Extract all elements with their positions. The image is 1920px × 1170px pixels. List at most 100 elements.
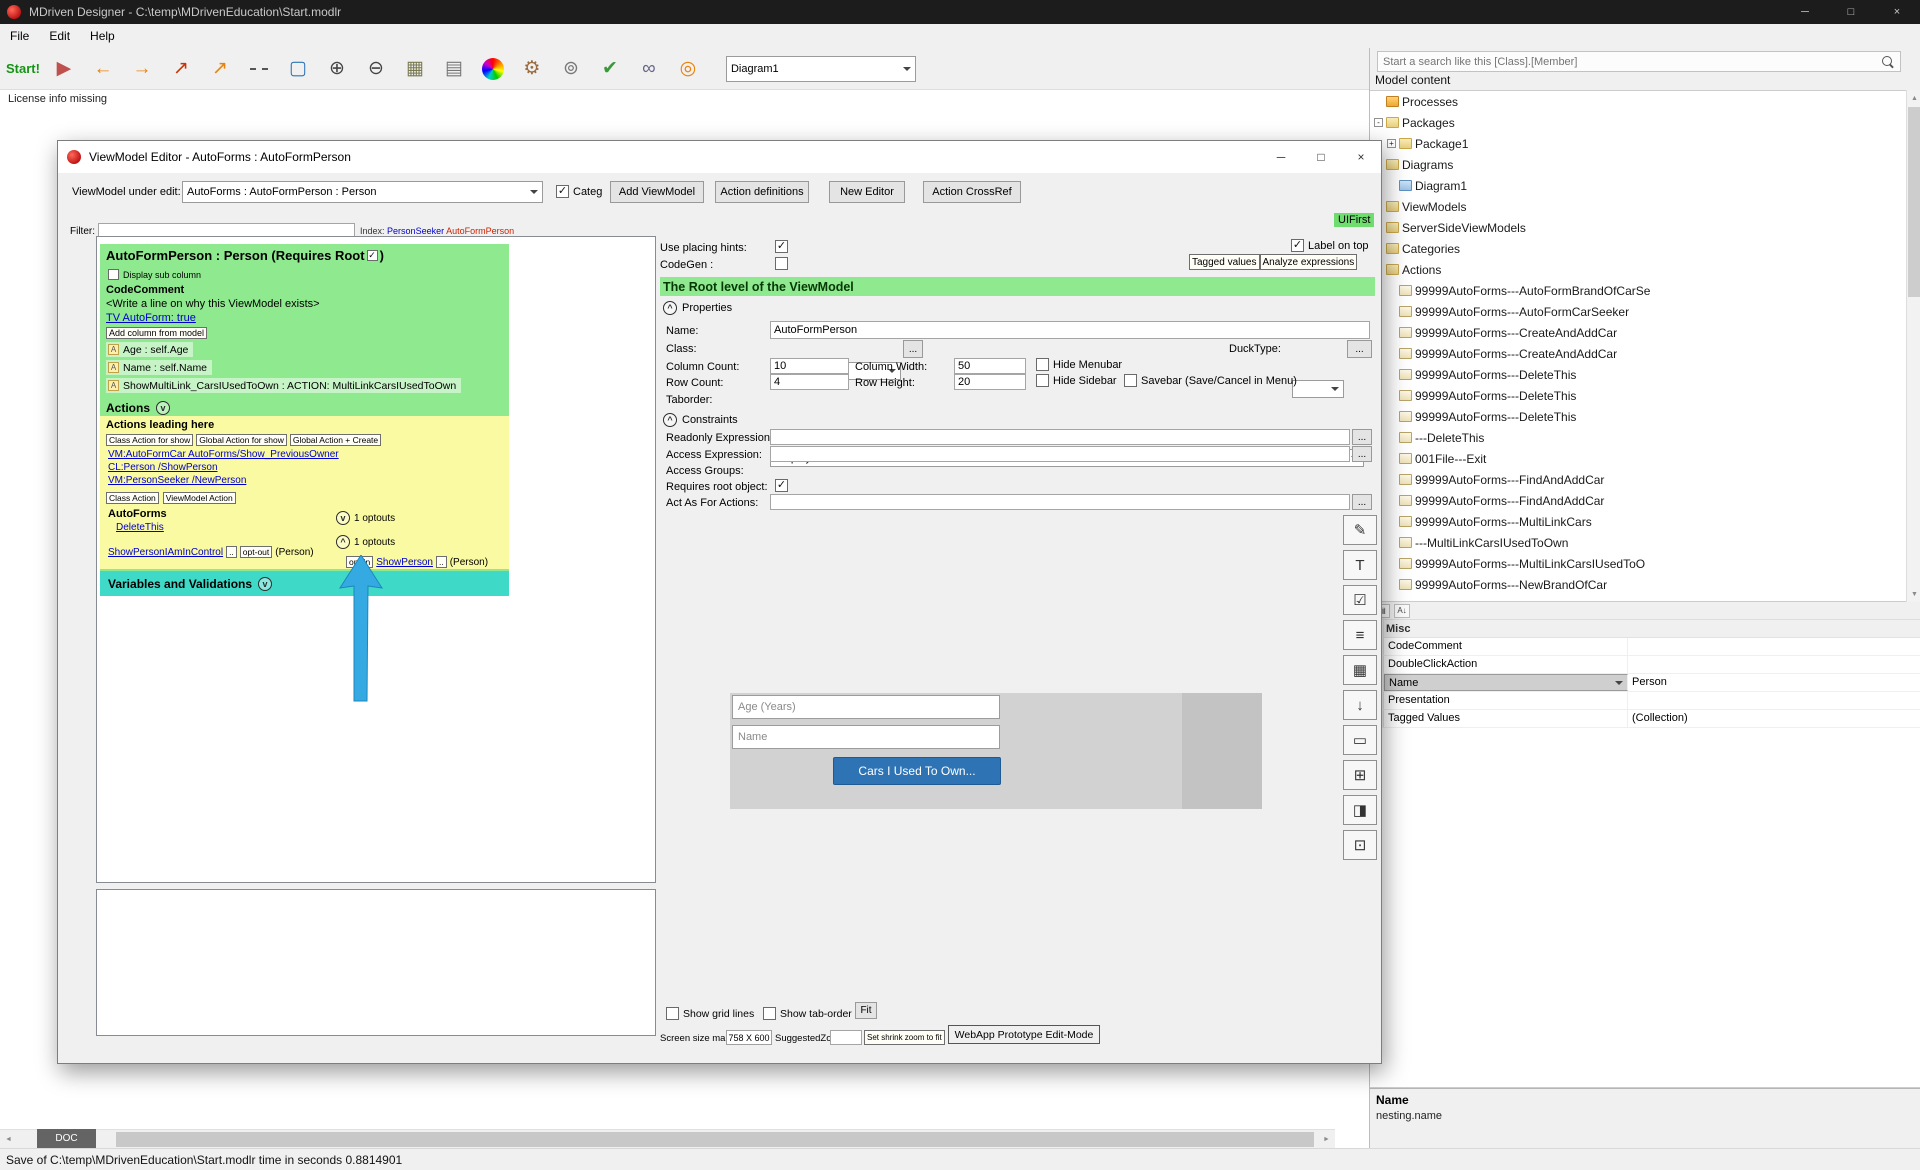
add-viewmodel-button[interactable]: Add ViewModel bbox=[610, 181, 704, 203]
property-row[interactable]: NamePerson bbox=[1370, 674, 1920, 692]
show-grid-lines-checkbox[interactable] bbox=[666, 1007, 679, 1020]
grid-tool-icon[interactable]: ⊞ bbox=[1343, 760, 1377, 790]
suggested-zoom-input[interactable] bbox=[830, 1030, 862, 1045]
cars-i-used-to-own-button[interactable]: Cars I Used To Own... bbox=[833, 757, 1001, 785]
property-row[interactable]: Presentation bbox=[1370, 692, 1920, 710]
zoom-out-icon[interactable]: ⊖ bbox=[361, 54, 391, 84]
combobox-tool-icon[interactable]: ≡ bbox=[1343, 620, 1377, 650]
analyze-expressions-button[interactable]: Analyze expressions bbox=[1260, 254, 1358, 270]
menu-file[interactable]: File bbox=[0, 25, 39, 47]
action-kind-button[interactable]: Class Action for show bbox=[106, 434, 193, 446]
property-row[interactable]: DoubleClickAction bbox=[1370, 656, 1920, 674]
action-kind-button[interactable]: Global Action + Create bbox=[290, 434, 381, 446]
run-icon[interactable]: ▶ bbox=[49, 54, 79, 84]
select-area-icon[interactable]: ▢ bbox=[283, 54, 313, 84]
model-tree-item[interactable]: ServerSideViewModels bbox=[1370, 217, 1906, 238]
show-grid-lines-row[interactable]: Show grid lines bbox=[666, 1007, 754, 1020]
name-input[interactable] bbox=[770, 321, 1370, 339]
categ-checkbox-row[interactable]: Categ bbox=[556, 185, 602, 198]
savebar-row[interactable]: Savebar (Save/Cancel in Menu) bbox=[1124, 374, 1297, 387]
model-tree-item[interactable]: 99999AutoForms---DeleteThis bbox=[1370, 406, 1906, 427]
scroll-up-icon[interactable]: ▲ bbox=[1907, 90, 1920, 106]
properties-collapse-icon[interactable] bbox=[663, 301, 677, 315]
model-tree-item[interactable]: Processes bbox=[1370, 91, 1906, 112]
zoom-in-icon[interactable]: ⊕ bbox=[322, 54, 352, 84]
showperson-iamincontrol-link[interactable]: ShowPersonIAmInControl bbox=[108, 547, 223, 558]
model-tree-item[interactable]: 99999AutoForms---MultiLinkCarsIUsedToO bbox=[1370, 553, 1906, 574]
action-crossref-button[interactable]: Action CrossRef bbox=[923, 181, 1021, 203]
user-gear-icon[interactable]: ⚙ bbox=[517, 54, 547, 84]
table-icon[interactable]: ▤ bbox=[439, 54, 469, 84]
model-tree-item[interactable]: Diagrams bbox=[1370, 154, 1906, 175]
column-count-input[interactable] bbox=[770, 358, 849, 374]
tree-expander-icon[interactable]: + bbox=[1387, 139, 1396, 148]
viewmodel-root-box[interactable]: AutoFormPerson : Person (Requires Root )… bbox=[100, 244, 509, 596]
act-as-browse[interactable]: ... bbox=[1352, 494, 1372, 510]
viewmodel-column-row[interactable]: AAge : self.Age bbox=[106, 342, 193, 357]
variables-collapse-icon[interactable] bbox=[258, 577, 272, 591]
action-kind-button[interactable]: ViewModel Action bbox=[163, 492, 236, 504]
action-kind-button[interactable]: Class Action bbox=[106, 492, 159, 504]
model-tree-item[interactable]: ---MultiLinkCarsIUsedToOwn bbox=[1370, 532, 1906, 553]
requires-root-checkbox[interactable] bbox=[367, 250, 378, 261]
diagram-select[interactable]: Diagram1 bbox=[726, 56, 916, 82]
transition-arrow-icon[interactable]: ↗ bbox=[166, 54, 196, 84]
actions-collapse-icon[interactable] bbox=[156, 401, 170, 415]
constraints-collapse-icon[interactable] bbox=[663, 413, 677, 427]
set-shrink-zoom-button[interactable]: Set shrink zoom to fit bbox=[864, 1030, 945, 1045]
preview-age-input[interactable] bbox=[732, 695, 1000, 719]
spiral-icon[interactable]: ◎ bbox=[673, 54, 703, 84]
variables-validations-bar[interactable]: Variables and Validations bbox=[100, 571, 509, 596]
dialog-titlebar[interactable]: ViewModel Editor - AutoForms : AutoFormP… bbox=[58, 141, 1381, 173]
model-search-input[interactable] bbox=[1383, 56, 1878, 68]
label-on-top-row[interactable]: Label on top bbox=[1291, 239, 1369, 252]
edit-pencil-icon[interactable]: ✎ bbox=[1343, 515, 1377, 545]
model-tree-item[interactable]: Diagram1 bbox=[1370, 175, 1906, 196]
opt-out-button[interactable]: opt-out bbox=[240, 546, 272, 558]
model-tree-item[interactable]: 99999AutoForms---AutoFormCarSeeker bbox=[1370, 301, 1906, 322]
savebar-checkbox[interactable] bbox=[1124, 374, 1137, 387]
requires-root-object-checkbox[interactable] bbox=[775, 479, 788, 492]
action-definitions-button[interactable]: Action definitions bbox=[715, 181, 809, 203]
draw-transition-icon[interactable]: ↗ bbox=[205, 54, 235, 84]
display-sub-column-row[interactable]: Display sub column bbox=[108, 269, 201, 280]
model-tree-item[interactable]: 99999AutoForms---FindAndAddCar bbox=[1370, 469, 1906, 490]
codecomment-placeholder[interactable]: <Write a line on why this ViewModel exis… bbox=[106, 298, 320, 310]
dialog-close-button[interactable]: × bbox=[1341, 141, 1381, 173]
ellipsis-button[interactable]: .. bbox=[436, 556, 447, 568]
ui-preview-surface[interactable]: Cars I Used To Own... bbox=[730, 693, 1262, 809]
color-wheel-icon[interactable] bbox=[478, 54, 508, 84]
tv-autoform-link[interactable]: TV AutoForm: true bbox=[106, 312, 196, 324]
model-tree-item[interactable]: 99999AutoForms---CreateAndAddCar bbox=[1370, 343, 1906, 364]
preview-name-input[interactable] bbox=[732, 725, 1000, 749]
menu-help[interactable]: Help bbox=[80, 25, 125, 47]
back-arrow-icon[interactable]: ← bbox=[88, 54, 118, 84]
window-maximize-button[interactable]: □ bbox=[1828, 0, 1874, 24]
calendar-icon[interactable]: ▦ bbox=[400, 54, 430, 84]
action-link[interactable]: VM:AutoFormCar AutoForms/Show_PreviousOw… bbox=[108, 449, 339, 462]
ducktype-select[interactable] bbox=[1292, 380, 1344, 398]
model-tree-item[interactable]: 99999AutoForms---AutoFormBrandOfCarSe bbox=[1370, 280, 1906, 301]
column-width-input[interactable] bbox=[954, 358, 1026, 374]
access-expression-input[interactable] bbox=[770, 446, 1350, 462]
model-tree-scrollbar[interactable]: ▲ ▼ bbox=[1906, 90, 1920, 602]
horizontal-scrollbar[interactable]: ◄ ► bbox=[0, 1129, 1335, 1148]
model-tree-item[interactable]: 001File---Exit bbox=[1370, 448, 1906, 469]
optouts-collapse-icon[interactable] bbox=[336, 511, 350, 525]
propertygrid-category[interactable]: Misc bbox=[1370, 620, 1920, 638]
model-tree-item[interactable]: 99999AutoForms---CreateAndAddCar bbox=[1370, 322, 1906, 343]
action-kind-button[interactable]: Global Action for show bbox=[196, 434, 287, 446]
viewmodel-column-row[interactable]: AShowMultiLink_CarsIUsedToOwn : ACTION: … bbox=[106, 378, 461, 393]
act-as-input[interactable] bbox=[770, 494, 1350, 510]
forward-arrow-icon[interactable]: → bbox=[127, 54, 157, 84]
model-tree-item[interactable]: -Packages bbox=[1370, 112, 1906, 133]
dialog-minimize-button[interactable]: ─ bbox=[1261, 141, 1301, 173]
add-column-button[interactable]: Add column from model bbox=[106, 327, 207, 339]
checkbox-tool-icon[interactable]: ☑ bbox=[1343, 585, 1377, 615]
categ-checkbox[interactable] bbox=[556, 185, 569, 198]
access-expression-browse[interactable]: ... bbox=[1352, 446, 1372, 462]
property-row[interactable]: Tagged Values(Collection) bbox=[1370, 710, 1920, 728]
label-on-top-checkbox[interactable] bbox=[1291, 239, 1304, 252]
scroll-down-icon[interactable]: ▼ bbox=[1907, 586, 1920, 602]
show-tab-order-checkbox[interactable] bbox=[763, 1007, 776, 1020]
